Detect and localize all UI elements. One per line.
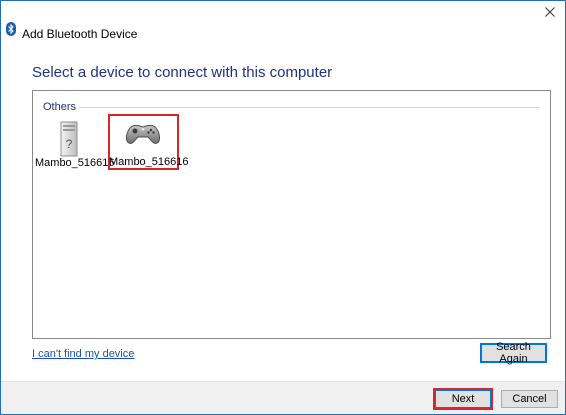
- device-item-gamepad[interactable]: Mambo_516616: [108, 114, 189, 170]
- add-bluetooth-device-window: Add Bluetooth Device Select a device to …: [0, 0, 566, 415]
- group-divider: [79, 107, 540, 108]
- group-label-others: Others: [43, 101, 81, 113]
- title-bar: Add Bluetooth Device: [1, 1, 565, 41]
- cant-find-device-link[interactable]: I can't find my device: [32, 348, 134, 360]
- page-heading: Select a device to connect with this com…: [32, 64, 333, 81]
- gamepad-icon: [126, 124, 160, 144]
- bluetooth-icon: [6, 22, 16, 36]
- cancel-button[interactable]: Cancel: [501, 390, 558, 408]
- window-title: Add Bluetooth Device: [22, 27, 138, 41]
- device-label: Mambo_516616: [35, 157, 115, 169]
- search-again-button[interactable]: Search Again: [480, 341, 547, 365]
- close-button[interactable]: [535, 1, 565, 23]
- device-label: Mambo_516616: [109, 156, 189, 168]
- svg-text:?: ?: [66, 137, 73, 151]
- next-button-label: Next: [435, 390, 491, 408]
- close-icon: [545, 7, 555, 17]
- device-list[interactable]: Others ? Mambo_516616 Mambo_516616: [32, 90, 551, 339]
- unknown-device-icon: ?: [60, 121, 78, 157]
- next-button[interactable]: Next: [433, 388, 493, 410]
